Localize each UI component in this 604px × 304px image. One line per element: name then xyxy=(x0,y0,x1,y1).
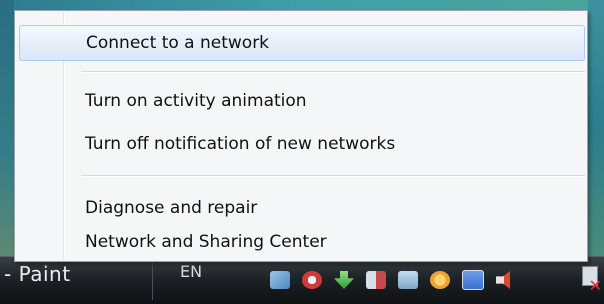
monitor-icon[interactable] xyxy=(398,271,418,289)
taskbar-app-button-paint[interactable]: - Paint xyxy=(4,262,71,286)
system-tray xyxy=(270,268,516,292)
menu-separator xyxy=(81,175,585,177)
desktop-background-right xyxy=(588,0,604,262)
language-indicator[interactable]: EN xyxy=(180,262,202,281)
menu-item-label: Network and Sharing Center xyxy=(85,232,327,252)
error-x-icon: ✕ xyxy=(588,276,602,295)
menu-item-label: Diagnose and repair xyxy=(85,198,258,218)
desktop-background-left xyxy=(0,0,14,262)
volume-icon[interactable] xyxy=(496,271,510,289)
menu-separator xyxy=(81,71,585,73)
display-icon[interactable] xyxy=(366,271,386,289)
shield-icon[interactable] xyxy=(302,271,322,289)
desktop-background-top xyxy=(0,0,604,10)
screen-icon[interactable] xyxy=(462,270,484,290)
network-icon[interactable] xyxy=(270,271,290,289)
menu-item-turn-on-activity-animation[interactable]: Turn on activity animation xyxy=(19,84,585,120)
network-context-menu: Connect to a network Turn on activity an… xyxy=(14,10,588,262)
taskbar-divider xyxy=(152,262,153,300)
menu-item-label: Connect to a network xyxy=(86,33,270,53)
menu-item-label: Turn on activity animation xyxy=(85,91,307,111)
menu-item-connect-to-network[interactable]: Connect to a network xyxy=(19,25,585,61)
menu-item-label: Turn off notification of new networks xyxy=(85,134,396,154)
menu-item-diagnose-and-repair[interactable]: Diagnose and repair xyxy=(19,191,585,227)
menu-item-turn-off-notification[interactable]: Turn off notification of new networks xyxy=(19,127,585,163)
security-alert-icon[interactable] xyxy=(430,271,450,289)
menu-item-network-and-sharing-center[interactable]: Network and Sharing Center xyxy=(19,225,585,261)
download-icon[interactable] xyxy=(334,271,354,289)
